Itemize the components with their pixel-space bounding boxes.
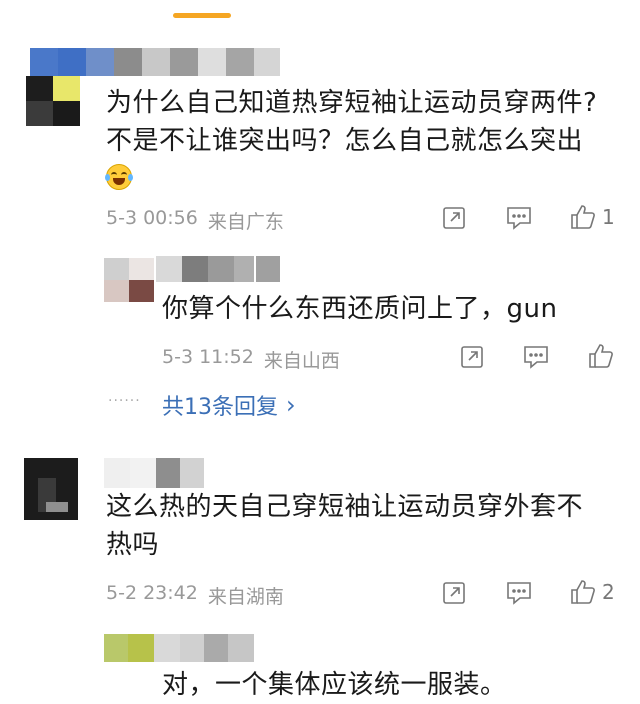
comment-text: 为什么自己知道热穿短袖让运动员穿两件? 不是不让谁突出吗？怎么自己就怎么突出 <box>106 84 597 160</box>
reply-text: 你算个什么东西还质问上了，gun <box>162 290 557 328</box>
more-replies-label: 共13条回复 <box>162 395 278 420</box>
reply-divider-dots: ······ <box>108 393 141 409</box>
comment-line: 你算个什么东西还质问上了，gun <box>162 294 558 324</box>
share-button[interactable] <box>442 206 466 230</box>
comment-button[interactable] <box>506 581 532 605</box>
share-icon <box>443 582 465 604</box>
username-obscured[interactable] <box>30 48 280 76</box>
comment-location: 来自广东 <box>207 211 284 233</box>
comment-meta: 5-2 23:42 来自湖南 <box>106 582 284 609</box>
reply-meta: 5-3 11:52 来自山西 <box>162 346 340 373</box>
comment-date: 5-3 11:52 <box>162 346 254 368</box>
more-replies-link[interactable]: 共13条回复 › <box>162 389 296 421</box>
share-icon <box>461 346 483 368</box>
comment-meta: 5-3 00:56 来自广东 <box>106 207 284 234</box>
like-button[interactable]: 1 <box>570 204 615 230</box>
comment-icon <box>507 582 531 605</box>
comment-button[interactable] <box>523 345 549 369</box>
comment-location: 来自湖南 <box>207 586 284 608</box>
chevron-right-icon: › <box>286 391 296 419</box>
avatar[interactable] <box>24 458 78 520</box>
comment-location: 来自山西 <box>263 350 340 372</box>
comment-line: 不是不让谁突出吗？怎么自己就怎么突出 <box>106 126 584 156</box>
username-obscured[interactable] <box>104 458 204 488</box>
username-obscured[interactable] <box>156 256 280 282</box>
comment-date: 5-3 00:56 <box>106 207 198 229</box>
comment-text: 这么热的天自己穿短袖让运动员穿外套不 热吗 <box>106 488 583 564</box>
comment-icon <box>524 346 548 369</box>
thumbs-up-icon <box>571 205 595 229</box>
laughing-crying-emoji-icon <box>105 164 133 190</box>
like-button[interactable] <box>588 343 614 369</box>
comment-date: 5-2 23:42 <box>106 582 198 604</box>
avatar[interactable] <box>26 76 80 126</box>
username-obscured[interactable] <box>104 634 254 662</box>
share-button[interactable] <box>442 581 466 605</box>
comment-line: 这么热的天自己穿短袖让运动员穿外套不 <box>106 492 584 522</box>
share-icon <box>443 207 465 229</box>
comment-icon <box>507 207 531 230</box>
like-count: 2 <box>602 580 615 604</box>
thumbs-up-icon <box>589 344 613 368</box>
reply-text: 对，一个集体应该统一服装。 <box>162 666 507 704</box>
comment-button[interactable] <box>506 206 532 230</box>
thumbs-up-icon <box>571 580 595 604</box>
like-count: 1 <box>602 205 615 229</box>
comment-line: 为什么自己知道热穿短袖让运动员穿两件? <box>106 88 598 118</box>
comment-line: 热吗 <box>106 530 160 560</box>
active-tab-indicator <box>173 13 231 18</box>
like-button[interactable]: 2 <box>570 579 615 605</box>
share-button[interactable] <box>460 345 484 369</box>
comment-line: 对，一个集体应该统一服装。 <box>162 670 507 700</box>
avatar[interactable] <box>104 258 154 302</box>
